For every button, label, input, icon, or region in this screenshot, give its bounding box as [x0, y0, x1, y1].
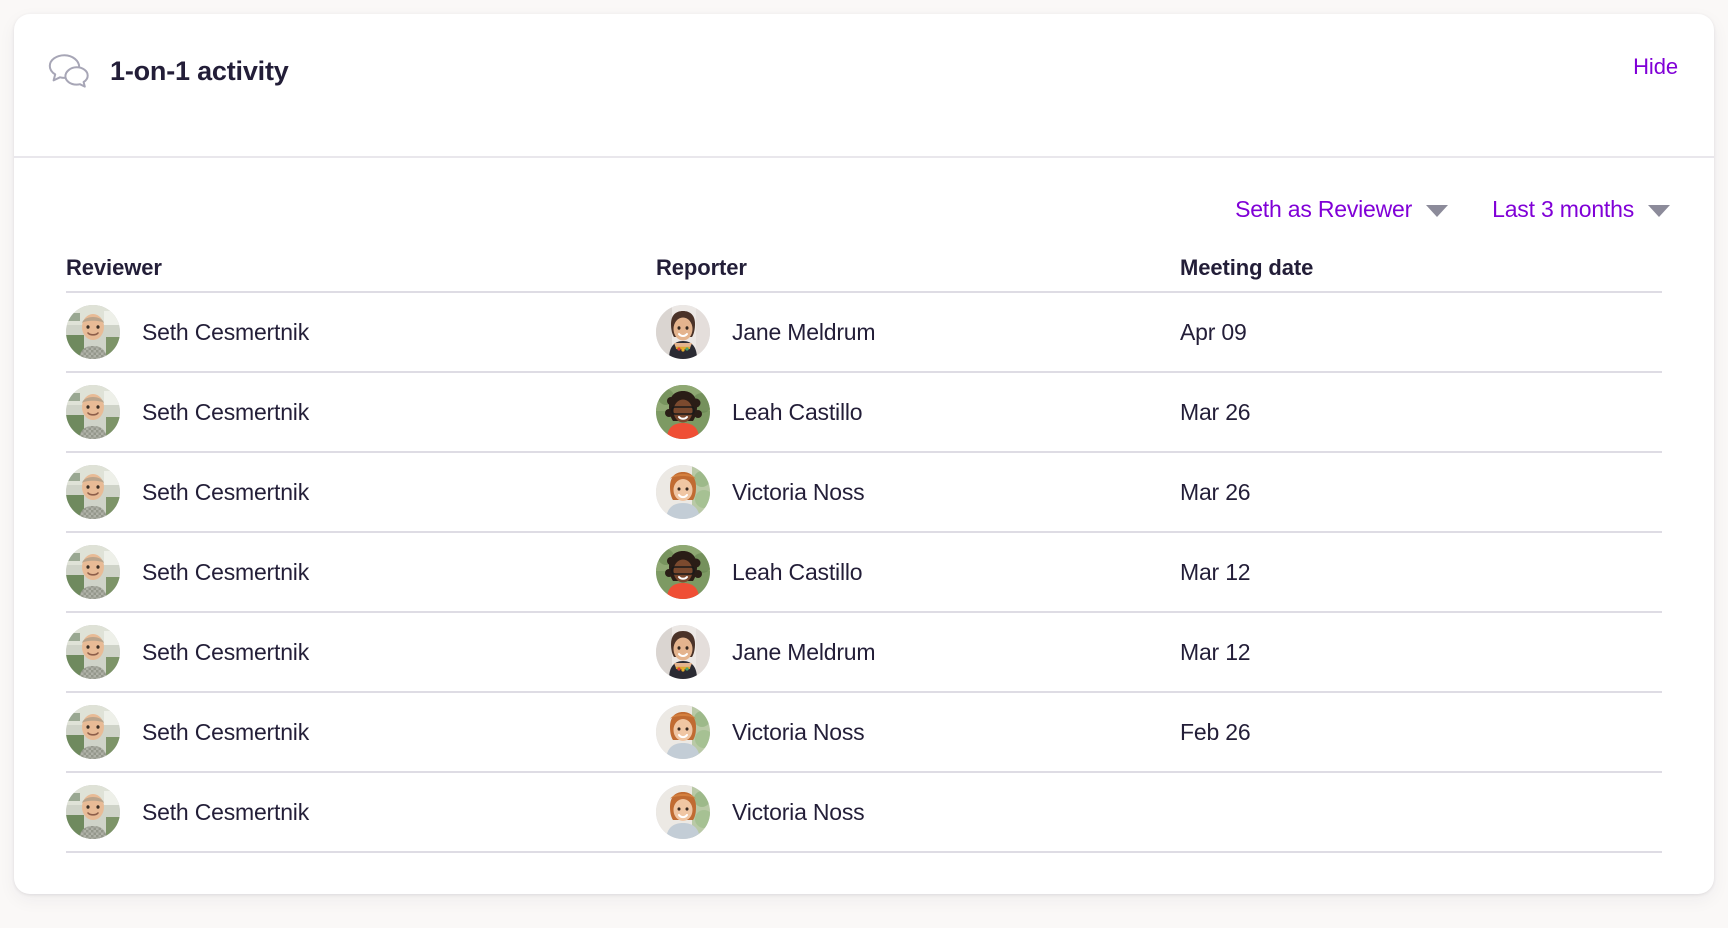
filter-reviewer-label: Seth as Reviewer	[1235, 196, 1413, 222]
column-header-meeting-date: Meeting date	[1180, 255, 1314, 280]
reviewer-cell[interactable]: Seth Cesmertnik	[66, 305, 656, 359]
chevron-down-icon	[1648, 205, 1670, 217]
avatar	[66, 305, 120, 359]
reviewer-cell[interactable]: Seth Cesmertnik	[66, 785, 656, 839]
column-header-reviewer: Reviewer	[66, 255, 162, 280]
reviewer-name: Seth Cesmertnik	[142, 398, 310, 425]
filters-row: Seth as Reviewer Last 3 months	[14, 158, 1714, 233]
avatar	[656, 545, 710, 599]
table-row[interactable]: Seth Cesmertnik Leah Castillo Mar 26	[66, 373, 1662, 453]
meeting-date: Mar 12	[1180, 638, 1251, 665]
table-row[interactable]: Seth Cesmertnik Victoria Noss	[66, 773, 1662, 853]
filter-timerange-dropdown[interactable]: Last 3 months	[1492, 196, 1670, 223]
reporter-cell[interactable]: Jane Meldrum	[656, 625, 1180, 679]
avatar	[66, 625, 120, 679]
card-header: 1-on-1 activity Hide	[14, 14, 1714, 158]
reporter-cell[interactable]: Leah Castillo	[656, 545, 1180, 599]
reviewer-cell[interactable]: Seth Cesmertnik	[66, 545, 656, 599]
reporter-name: Victoria Noss	[732, 798, 865, 825]
avatar	[656, 385, 710, 439]
meeting-date: Apr 09	[1180, 318, 1247, 345]
avatar	[656, 705, 710, 759]
hide-button[interactable]: Hide	[1633, 54, 1678, 80]
avatar	[656, 465, 710, 519]
reviewer-name: Seth Cesmertnik	[142, 718, 310, 745]
reviewer-cell[interactable]: Seth Cesmertnik	[66, 385, 656, 439]
meeting-date: Mar 26	[1180, 398, 1251, 425]
reporter-name: Jane Meldrum	[732, 638, 876, 665]
reviewer-name: Seth Cesmertnik	[142, 478, 310, 505]
reviewer-name: Seth Cesmertnik	[142, 638, 310, 665]
reporter-cell[interactable]: Victoria Noss	[656, 785, 1180, 839]
one-on-one-table: Reviewer Reporter Meeting date Seth Cesm…	[66, 233, 1662, 853]
reporter-name: Victoria Noss	[732, 718, 865, 745]
reporter-name: Leah Castillo	[732, 398, 863, 425]
reviewer-name: Seth Cesmertnik	[142, 558, 310, 585]
meeting-date: Mar 26	[1180, 478, 1251, 505]
reporter-cell[interactable]: Jane Meldrum	[656, 305, 1180, 359]
reporter-cell[interactable]: Victoria Noss	[656, 465, 1180, 519]
reviewer-cell[interactable]: Seth Cesmertnik	[66, 465, 656, 519]
avatar	[656, 625, 710, 679]
table-row[interactable]: Seth Cesmertnik Victoria Noss Feb 26	[66, 693, 1662, 773]
column-header-reporter: Reporter	[656, 255, 747, 280]
filter-reviewer-dropdown[interactable]: Seth as Reviewer	[1235, 196, 1449, 223]
app-root: 1-on-1 activity Hide Seth as Reviewer La…	[0, 0, 1728, 928]
avatar	[656, 785, 710, 839]
reporter-name: Jane Meldrum	[732, 318, 876, 345]
reporter-cell[interactable]: Leah Castillo	[656, 385, 1180, 439]
meeting-date: Mar 12	[1180, 558, 1251, 585]
reviewer-cell[interactable]: Seth Cesmertnik	[66, 625, 656, 679]
table-body: Seth Cesmertnik Jane Meldrum Apr 09 Seth…	[66, 293, 1662, 853]
avatar	[66, 385, 120, 439]
table-row[interactable]: Seth Cesmertnik Jane Meldrum Apr 09	[66, 293, 1662, 373]
avatar	[66, 705, 120, 759]
reviewer-name: Seth Cesmertnik	[142, 798, 310, 825]
one-on-one-activity-card: 1-on-1 activity Hide Seth as Reviewer La…	[14, 14, 1714, 894]
chevron-down-icon	[1426, 205, 1449, 217]
reporter-name: Victoria Noss	[732, 478, 865, 505]
reviewer-name: Seth Cesmertnik	[142, 318, 310, 345]
table-row[interactable]: Seth Cesmertnik Victoria Noss Mar 26	[66, 453, 1662, 533]
reviewer-cell[interactable]: Seth Cesmertnik	[66, 705, 656, 759]
card-header-left: 1-on-1 activity	[46, 52, 289, 90]
meeting-date: Feb 26	[1180, 718, 1251, 745]
reporter-cell[interactable]: Victoria Noss	[656, 705, 1180, 759]
page-title: 1-on-1 activity	[110, 55, 289, 86]
table-header-row: Reviewer Reporter Meeting date	[66, 233, 1662, 293]
filter-timerange-label: Last 3 months	[1492, 196, 1634, 222]
table-row[interactable]: Seth Cesmertnik Jane Meldrum Mar 12	[66, 613, 1662, 693]
chat-bubbles-icon	[46, 52, 92, 90]
table-row[interactable]: Seth Cesmertnik Leah Castillo Mar 12	[66, 533, 1662, 613]
reporter-name: Leah Castillo	[732, 558, 863, 585]
avatar	[66, 545, 120, 599]
avatar	[66, 465, 120, 519]
avatar	[66, 785, 120, 839]
avatar	[656, 305, 710, 359]
